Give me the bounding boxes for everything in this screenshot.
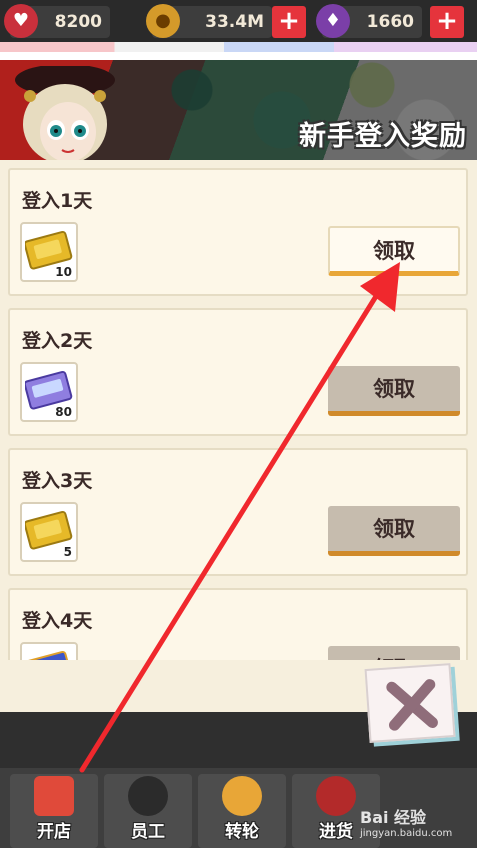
delivery-icon [316, 776, 356, 816]
item-count: 5 [63, 545, 72, 559]
nav-label: 转轮 [225, 822, 259, 842]
watermark-brand: Bai 经验 [360, 808, 427, 827]
day-label: 登入3天 [22, 470, 93, 492]
reward-item[interactable]: 10 [20, 222, 78, 282]
close-icon [386, 679, 438, 731]
claim-button-day3[interactable]: 领取 [328, 506, 460, 556]
resource-bar: ♥ 8200 ● 33.4M + ♦ 1660 + [0, 0, 477, 46]
add-coins-button[interactable]: + [272, 6, 306, 38]
potions-counter: ♦ 1660 [316, 4, 422, 38]
day-label: 登入4天 [22, 610, 93, 632]
nav-label: 开店 [37, 822, 71, 842]
add-potions-button[interactable]: + [430, 6, 464, 38]
hearts-value: 8200 [54, 12, 102, 32]
reward-banner: 新手登入奖励 [0, 60, 477, 160]
nav-label: 员工 [131, 822, 165, 842]
claim-button-day1[interactable]: 领取 [328, 226, 460, 276]
divider-stripes [0, 42, 477, 52]
shop-icon [34, 776, 74, 816]
watermark-url: jingyan.baidu.com [360, 828, 453, 839]
item-count: 10 [55, 265, 72, 279]
reward-item[interactable]: 5 [20, 502, 78, 562]
claim-button-day2[interactable]: 领取 [328, 366, 460, 416]
nav-wheel[interactable]: 转轮 [198, 774, 286, 848]
wheel-icon [222, 776, 262, 816]
hearts-counter: ♥ 8200 [4, 4, 110, 38]
staff-icon [128, 776, 168, 816]
reward-card-day2: 登入2天 80 领取 [8, 308, 468, 436]
reward-card-day3: 登入3天 5 领取 [8, 448, 468, 576]
potions-value: 1660 [366, 12, 414, 32]
watermark: Bai 经验 jingyan.baidu.com [360, 804, 452, 839]
divider-white [0, 52, 477, 60]
nav-staff[interactable]: 员工 [104, 774, 192, 848]
day-label: 登入1天 [22, 190, 93, 212]
reward-panel: 登入1天 10 领取 登入2天 80 领取 登入3天 5 领取 登入4天 [0, 160, 477, 712]
heart-icon: ♥ [4, 4, 38, 38]
close-button[interactable] [364, 663, 456, 743]
coin-icon: ● [146, 4, 180, 38]
coins-counter: ● 33.4M [146, 4, 272, 38]
reward-card-day1: 登入1天 10 领取 [8, 168, 468, 296]
coins-value: 33.4M [205, 12, 264, 32]
nav-shop[interactable]: 开店 [10, 774, 98, 848]
potion-icon: ♦ [316, 4, 350, 38]
reward-item[interactable]: 80 [20, 362, 78, 422]
character-portrait [15, 66, 115, 160]
banner-title: 新手登入奖励 [299, 121, 467, 152]
item-count: 80 [55, 405, 72, 419]
day-label: 登入2天 [22, 330, 93, 352]
